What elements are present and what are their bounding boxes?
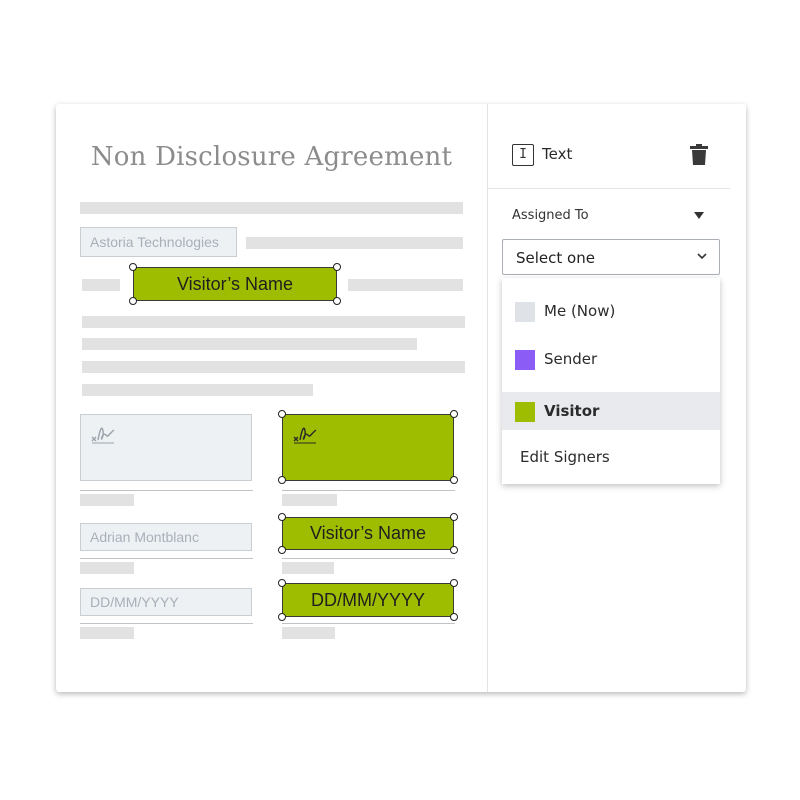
text-placeholder-line [282, 562, 334, 574]
field-type-label: Text [542, 145, 573, 163]
resize-handle[interactable] [278, 546, 286, 554]
sender-name-field[interactable]: Adrian Montblanc [80, 523, 252, 551]
text-placeholder-line [348, 279, 463, 291]
color-swatch [515, 402, 535, 422]
text-placeholder-line [82, 316, 465, 328]
text-placeholder-line [282, 494, 337, 506]
panel-divider [487, 104, 488, 692]
resize-handle[interactable] [450, 579, 458, 587]
text-placeholder-line [80, 202, 463, 214]
document-title: Non Disclosure Agreement [90, 142, 453, 172]
signature-icon [91, 427, 115, 444]
resize-handle[interactable] [333, 297, 341, 305]
signature-line [80, 490, 253, 491]
signature-icon [293, 427, 317, 444]
assignee-dropdown: Me (Now) Sender Visitor Edit Signers [502, 278, 720, 484]
visitor-name-field[interactable]: Visitor’s Name [282, 517, 454, 550]
visitor-signature-field[interactable] [282, 414, 454, 481]
visitor-name-inline-label: Visitor’s Name [176, 274, 294, 294]
sender-signature-field[interactable] [80, 414, 252, 481]
color-swatch [515, 302, 535, 322]
visitor-date-label: DD/MM/YYYY [310, 590, 425, 610]
company-field[interactable]: Astoria Technologies [80, 227, 237, 257]
resize-handle[interactable] [278, 513, 286, 521]
visitor-name-inline-field[interactable]: Visitor’s Name [133, 267, 337, 301]
option-me-now[interactable]: Me (Now) [502, 292, 720, 330]
signature-line [282, 490, 455, 491]
text-placeholder-line [80, 627, 134, 639]
resize-handle[interactable] [278, 476, 286, 484]
assignee-select[interactable]: Select one [502, 239, 720, 275]
text-placeholder-line [82, 338, 417, 350]
resize-handle[interactable] [333, 263, 341, 271]
edit-signers-link[interactable]: Edit Signers [520, 448, 610, 466]
resize-handle[interactable] [450, 410, 458, 418]
sender-date-field[interactable]: DD/MM/YYYY [80, 588, 252, 616]
resize-handle[interactable] [278, 613, 286, 621]
resize-handle[interactable] [450, 513, 458, 521]
color-swatch [515, 350, 535, 370]
editor-card: Non Disclosure Agreement Astoria Technol… [56, 104, 746, 692]
text-placeholder-line [80, 494, 134, 506]
text-placeholder-line [282, 627, 335, 639]
field-underline [80, 623, 253, 624]
field-underline [282, 558, 455, 559]
resize-handle[interactable] [450, 613, 458, 621]
option-sender[interactable]: Sender [502, 340, 720, 378]
caret-down-icon[interactable] [694, 212, 704, 219]
field-underline [80, 558, 253, 559]
resize-handle[interactable] [129, 297, 137, 305]
text-placeholder-line [82, 279, 120, 291]
resize-handle[interactable] [278, 410, 286, 418]
document-preview: Non Disclosure Agreement Astoria Technol… [56, 104, 487, 692]
text-placeholder-line [80, 562, 134, 574]
field-properties-header: I Text [488, 118, 730, 189]
resize-handle[interactable] [129, 263, 137, 271]
text-field-icon: I [512, 144, 534, 166]
resize-handle[interactable] [278, 579, 286, 587]
assigned-to-label: Assigned To [512, 208, 589, 223]
text-placeholder-line [82, 384, 313, 396]
trash-icon[interactable] [690, 144, 708, 166]
text-placeholder-line [246, 237, 463, 249]
option-label: Me (Now) [544, 302, 616, 320]
resize-handle[interactable] [450, 476, 458, 484]
visitor-date-field[interactable]: DD/MM/YYYY [282, 583, 454, 617]
text-placeholder-line [82, 361, 465, 373]
option-label: Sender [544, 350, 598, 368]
option-label: Visitor [544, 402, 600, 420]
visitor-name-label: Visitor’s Name [309, 523, 427, 543]
chevron-down-icon [697, 253, 707, 260]
select-value: Select one [516, 249, 595, 267]
resize-handle[interactable] [450, 546, 458, 554]
field-underline [282, 623, 455, 624]
option-visitor[interactable]: Visitor [502, 392, 720, 430]
